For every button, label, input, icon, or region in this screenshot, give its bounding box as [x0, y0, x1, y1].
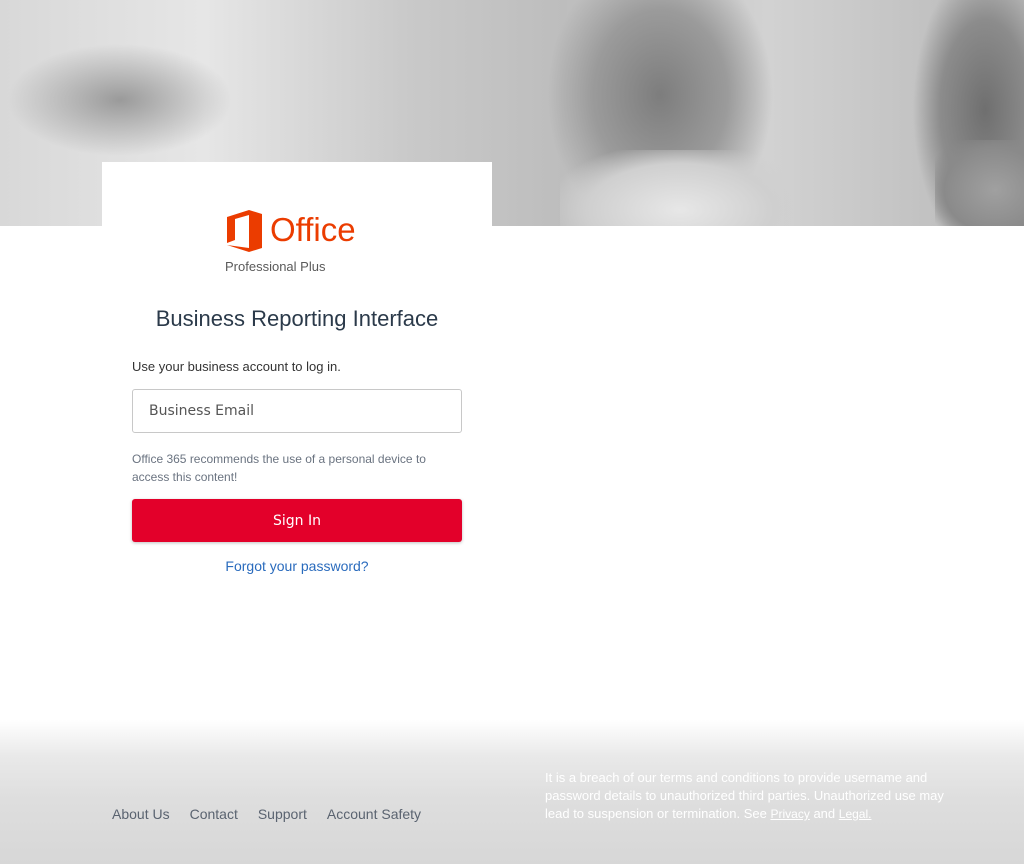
- footer-nav: About Us Contact Support Account Safety: [112, 806, 421, 822]
- privacy-link[interactable]: Privacy: [770, 807, 809, 821]
- footer-link-support[interactable]: Support: [258, 806, 307, 822]
- hero-face-highlight-right: [935, 140, 1024, 226]
- forgot-password-link[interactable]: Forgot your password?: [102, 558, 492, 574]
- footer-link-contact[interactable]: Contact: [190, 806, 238, 822]
- disclaimer-and: and: [813, 806, 836, 821]
- office-logo: Office Professional Plus: [225, 209, 375, 279]
- footer-link-account-safety[interactable]: Account Safety: [327, 806, 421, 822]
- footer-disclaimer: It is a breach of our terms and conditio…: [545, 769, 955, 823]
- office-edition: Professional Plus: [225, 259, 326, 274]
- sign-in-button[interactable]: Sign In: [132, 499, 462, 542]
- login-card: Office Professional Plus Business Report…: [102, 162, 492, 602]
- disclaimer-text: It is a breach of our terms and conditio…: [545, 770, 944, 821]
- hero-face-highlight: [560, 150, 800, 226]
- login-instruction: Use your business account to log in.: [132, 359, 341, 374]
- office-logo-icon: [227, 210, 262, 252]
- legal-link[interactable]: Legal.: [839, 807, 872, 821]
- device-recommendation-note: Office 365 recommends the use of a perso…: [132, 452, 426, 484]
- business-email-input[interactable]: [132, 389, 462, 433]
- page-title: Business Reporting Interface: [155, 306, 439, 331]
- footer-link-about-us[interactable]: About Us: [112, 806, 170, 822]
- office-wordmark: Office: [270, 211, 356, 248]
- footer: About Us Contact Support Account Safety …: [0, 720, 1024, 864]
